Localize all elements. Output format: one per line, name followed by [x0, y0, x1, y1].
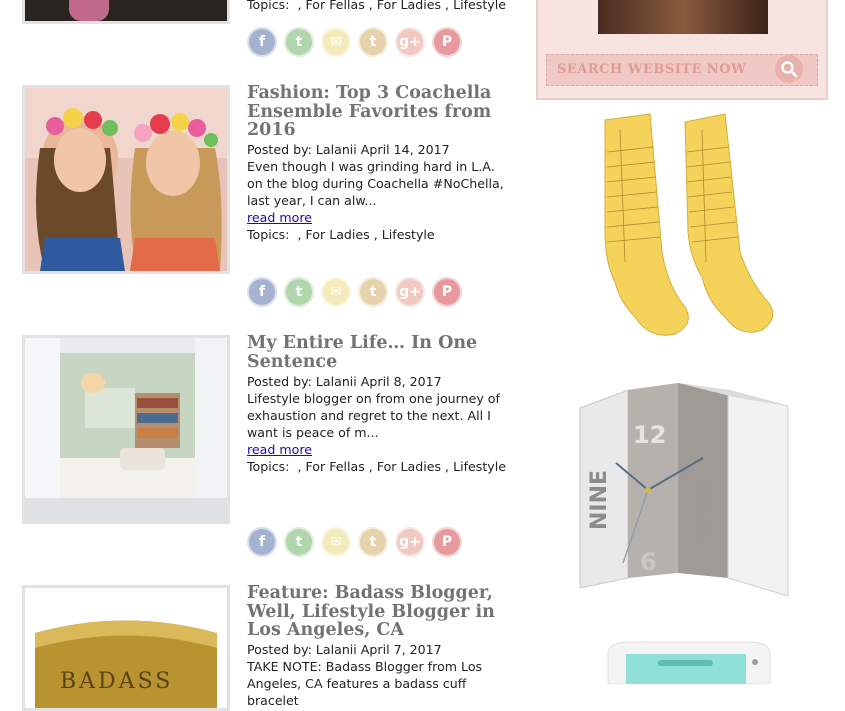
post-thumbnail[interactable]: [22, 0, 230, 24]
post-byline: Posted by: Lalanii April 8, 2017: [247, 374, 442, 389]
search-label[interactable]: SEARCH WEBSITE NOW: [557, 62, 746, 77]
post-title[interactable]: My Entire Life… In One Sentence: [247, 334, 512, 371]
search-icon[interactable]: [775, 55, 803, 83]
post-byline: Posted by: Lalanii April 7, 2017: [247, 642, 442, 657]
clock-three: THREE: [691, 476, 712, 544]
book-clock-product[interactable]: 12 NINE THREE 6: [578, 378, 793, 603]
filing-cabinet-product[interactable]: [600, 640, 775, 685]
facebook-icon[interactable]: f: [247, 277, 277, 307]
search-bar[interactable]: SEARCH WEBSITE NOW: [546, 54, 818, 86]
post-meta: Posted by: Lalanii April 14, 2017 Even t…: [247, 141, 512, 243]
clock-six: 6: [640, 548, 657, 576]
tumblr-icon[interactable]: t: [358, 277, 388, 307]
post-topics: Topics: For Fellas For Ladies Lifestyle: [247, 0, 512, 13]
post-excerpt: Lifestyle blogger on from one journey of…: [247, 391, 500, 440]
bedroom-nook-photo: [25, 338, 227, 521]
clock-nine: NINE: [587, 470, 612, 530]
post-topics: Topics: For Ladies Lifestyle: [247, 226, 512, 243]
read-more-link[interactable]: read more: [247, 442, 312, 457]
read-more-link[interactable]: read more: [247, 210, 312, 225]
topic-link[interactable]: For Ladies: [298, 227, 370, 242]
coachella-photo: [25, 88, 227, 271]
post-meta: Posted by: Lalanii April 7, 2017 TAKE NO…: [247, 641, 512, 709]
topics-label: Topics:: [247, 0, 290, 12]
library-card-socks-product[interactable]: [590, 112, 780, 340]
topic-link[interactable]: Lifestyle: [374, 227, 435, 242]
post-thumbnail[interactable]: [22, 85, 230, 274]
svg-text:BADASS: BADASS: [60, 669, 173, 694]
post-thumbnail[interactable]: [22, 335, 230, 524]
topics-label: Topics:: [247, 227, 290, 242]
share-bar: f t ✉ t g+ P: [247, 527, 462, 557]
pinterest-icon[interactable]: P: [432, 527, 462, 557]
post-meta: Posted by: Lalanii April 8, 2017 Lifesty…: [247, 373, 512, 475]
google-plus-icon[interactable]: g+: [395, 527, 425, 557]
topic-link[interactable]: Lifestyle: [445, 459, 506, 474]
post-title[interactable]: Fashion: Top 3 Coachella Ensemble Favori…: [247, 84, 512, 140]
tumblr-icon[interactable]: t: [358, 527, 388, 557]
cuff-bracelet-photo: BADASS: [25, 588, 227, 708]
facebook-icon[interactable]: f: [247, 527, 277, 557]
search-banner-image: [598, 0, 768, 34]
twitter-icon[interactable]: t: [284, 277, 314, 307]
pinterest-icon[interactable]: P: [432, 277, 462, 307]
topics-label: Topics:: [247, 459, 290, 474]
google-plus-icon[interactable]: g+: [395, 27, 425, 57]
post-title[interactable]: Feature: Badass Blogger, Well, Lifestyle…: [247, 584, 512, 640]
share-bar: f t ✉ t g+ P: [247, 277, 462, 307]
topic-link[interactable]: Lifestyle: [445, 0, 506, 12]
post-excerpt: Even though I was grinding hard in L.A. …: [247, 159, 504, 208]
post-topics: Topics: For Fellas For Ladies Lifestyle: [247, 458, 512, 475]
clock-twelve: 12: [633, 421, 666, 449]
topic-link[interactable]: For Fellas: [298, 459, 365, 474]
twitter-icon[interactable]: t: [284, 527, 314, 557]
topic-link[interactable]: For Ladies: [369, 0, 441, 12]
facebook-icon[interactable]: f: [247, 27, 277, 57]
email-icon[interactable]: ✉: [321, 27, 351, 57]
pinterest-icon[interactable]: P: [432, 27, 462, 57]
email-icon[interactable]: ✉: [321, 527, 351, 557]
email-icon[interactable]: ✉: [321, 277, 351, 307]
google-plus-icon[interactable]: g+: [395, 277, 425, 307]
twitter-icon[interactable]: t: [284, 27, 314, 57]
post-thumbnail[interactable]: BADASS: [22, 585, 230, 711]
search-widget: SEARCH WEBSITE NOW: [536, 0, 828, 100]
topic-link[interactable]: For Fellas: [298, 0, 365, 12]
topic-link[interactable]: For Ladies: [369, 459, 441, 474]
tumblr-icon[interactable]: t: [358, 27, 388, 57]
share-bar: f t ✉ t g+ P: [247, 27, 462, 57]
post-byline: Posted by: Lalanii April 14, 2017: [247, 142, 450, 157]
